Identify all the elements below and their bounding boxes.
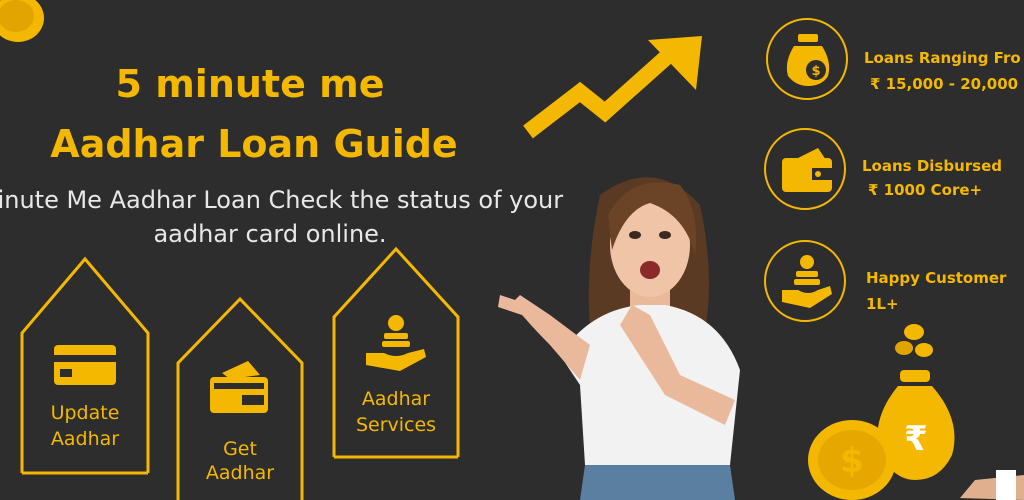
stat-title: Loans Disbursed bbox=[862, 157, 1002, 175]
headline-line1: 5 minute me bbox=[115, 62, 385, 106]
hand-coins-icon bbox=[782, 255, 832, 308]
svg-text:$: $ bbox=[811, 64, 820, 79]
money-bag-decoration-icon: ₹ $ bbox=[808, 324, 1024, 500]
dollar-symbol: $ bbox=[840, 441, 864, 481]
house-card-update-aadhar[interactable]: Update Aadhar bbox=[14, 255, 156, 475]
house-label-line2: Aadhar bbox=[50, 428, 120, 450]
money-bag-icon: $ bbox=[786, 34, 830, 86]
house-label-line1: Update bbox=[50, 402, 120, 424]
wallet-icon bbox=[782, 148, 832, 192]
house-card-get-aadhar[interactable]: Get Aadhar bbox=[170, 295, 310, 500]
headline-line2: Aadhar Loan Guide bbox=[50, 122, 458, 166]
stat-item-happy-customer: Happy Customer 1L+ bbox=[764, 240, 1024, 332]
coin-icon bbox=[0, 0, 44, 42]
house-card-aadhar-services[interactable]: Aadhar Services bbox=[326, 245, 466, 460]
stat-value: ₹ 1000 Core+ bbox=[868, 181, 983, 199]
stat-title: Loans Ranging Fro bbox=[864, 49, 1021, 67]
house-label-line2: Services bbox=[355, 414, 437, 436]
wallet-card-icon bbox=[210, 361, 268, 413]
stat-title: Happy Customer bbox=[866, 269, 1007, 287]
stat-value: 1L+ bbox=[866, 295, 899, 313]
woman-pointing-image bbox=[498, 177, 740, 500]
house-label-line1: Aadhar bbox=[361, 388, 431, 410]
hand-coins-icon bbox=[366, 315, 426, 371]
stat-value: ₹ 15,000 - 20,000 bbox=[870, 75, 1019, 93]
credit-card-icon bbox=[54, 345, 116, 385]
stat-item-loans-disbursed: Loans Disbursed ₹ 1000 Core+ bbox=[764, 128, 1024, 218]
trend-arrow-icon bbox=[523, 36, 702, 139]
rupee-symbol: ₹ bbox=[904, 419, 928, 459]
house-label-line2: Aadhar bbox=[205, 462, 275, 484]
house-label-line1: Get bbox=[223, 438, 257, 460]
stat-item-loans-range: $ Loans Ranging Fro ₹ 15,000 - 20,000 bbox=[766, 18, 1024, 108]
